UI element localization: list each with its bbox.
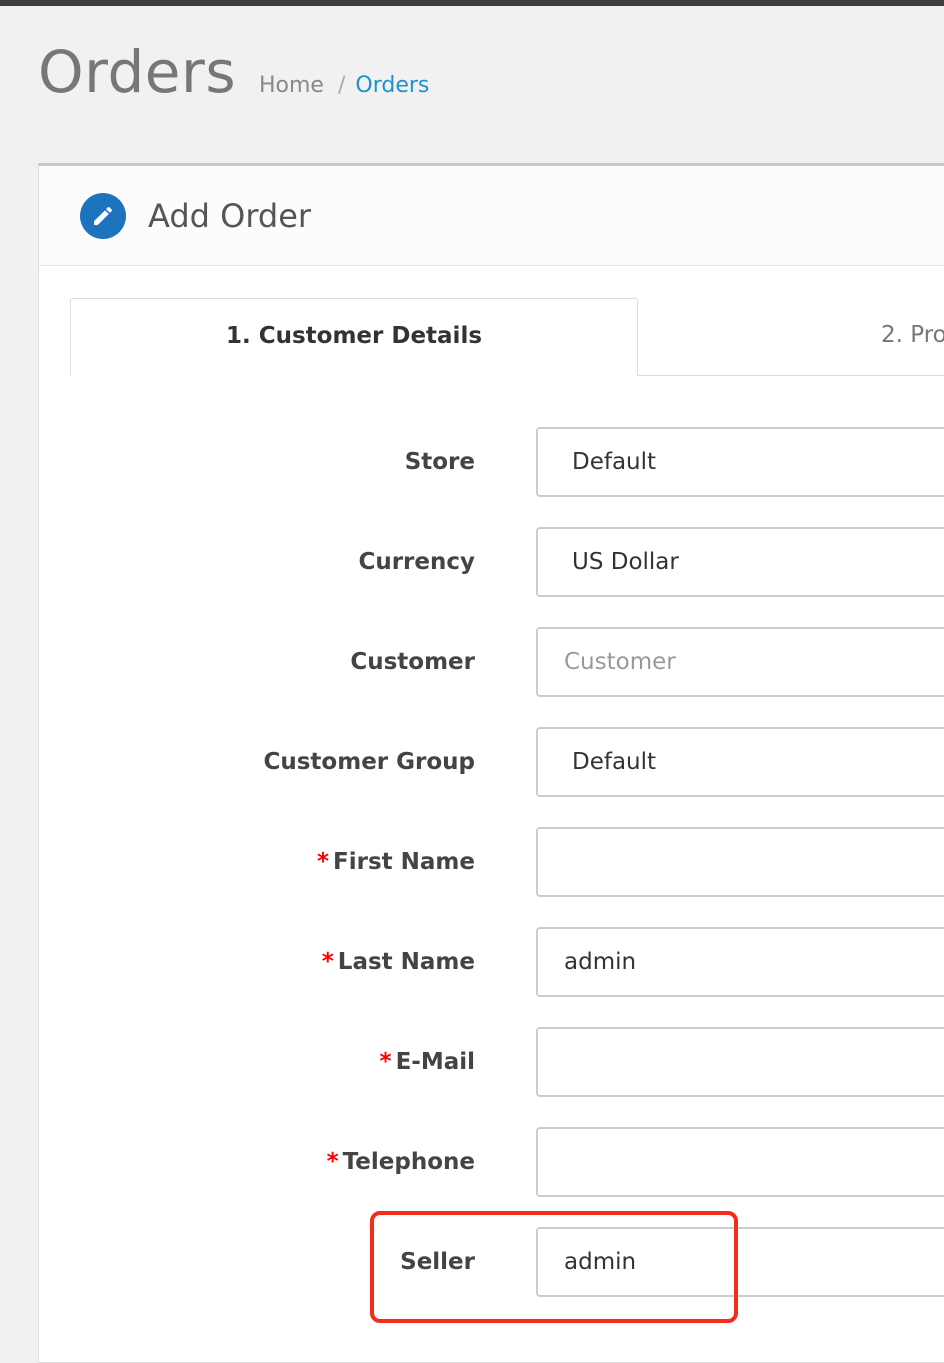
email-label: * E-Mail xyxy=(380,1027,475,1097)
first-name-input[interactable] xyxy=(536,827,944,897)
last-name-input[interactable]: admin xyxy=(536,927,944,997)
last-name-label: * Last Name xyxy=(322,927,475,997)
breadcrumb-orders-link[interactable]: Orders xyxy=(355,73,429,98)
customer-label: Customer xyxy=(350,649,475,675)
customer-group-label: Customer Group xyxy=(263,749,475,775)
form-row-last-name: * Last Name admin xyxy=(39,927,944,997)
telephone-label-text: Telephone xyxy=(342,1149,475,1175)
form-row-customer: Customer Customer xyxy=(39,627,944,697)
form-row-store: Store Default xyxy=(39,427,944,497)
top-bar xyxy=(0,0,944,6)
required-mark: * xyxy=(317,849,330,875)
telephone-input[interactable] xyxy=(536,1127,944,1197)
panel-title: Add Order xyxy=(148,197,312,235)
telephone-label: * Telephone xyxy=(327,1127,475,1197)
panel-heading: Add Order xyxy=(39,166,944,266)
last-name-label-text: Last Name xyxy=(337,949,475,975)
required-mark: * xyxy=(379,1049,392,1075)
first-name-label-text: First Name xyxy=(333,849,475,875)
first-name-label: * First Name xyxy=(317,827,475,897)
store-label: Store xyxy=(404,449,475,475)
order-tabs: 1. Customer Details 2. Produ xyxy=(70,298,944,376)
form-row-email: * E-Mail xyxy=(39,1027,944,1097)
tab-customer-details[interactable]: 1. Customer Details xyxy=(70,298,638,376)
currency-label: Currency xyxy=(358,549,475,575)
required-mark: * xyxy=(326,1149,339,1175)
customer-group-select[interactable]: Default xyxy=(536,727,944,797)
add-order-panel: Add Order 1. Customer Details 2. Produ S… xyxy=(38,163,944,1363)
breadcrumb-home-link[interactable]: Home xyxy=(259,73,324,98)
seller-highlight-box xyxy=(370,1211,738,1323)
form-row-first-name: * First Name xyxy=(39,827,944,897)
email-input[interactable] xyxy=(536,1027,944,1097)
currency-select[interactable]: US Dollar xyxy=(536,527,944,597)
form-row-customer-group: Customer Group Default xyxy=(39,727,944,797)
form-row-telephone: * Telephone xyxy=(39,1127,944,1197)
page-title: Orders xyxy=(38,38,237,106)
breadcrumb-separator: / xyxy=(337,73,346,98)
breadcrumb: Home / Orders xyxy=(259,72,429,100)
tab-products[interactable]: 2. Produ xyxy=(638,298,944,376)
form-row-currency: Currency US Dollar xyxy=(39,527,944,597)
pencil-icon xyxy=(80,193,126,239)
store-select[interactable]: Default xyxy=(536,427,944,497)
customer-input[interactable]: Customer xyxy=(536,627,944,697)
required-mark: * xyxy=(321,949,334,975)
email-label-text: E-Mail xyxy=(395,1049,475,1075)
